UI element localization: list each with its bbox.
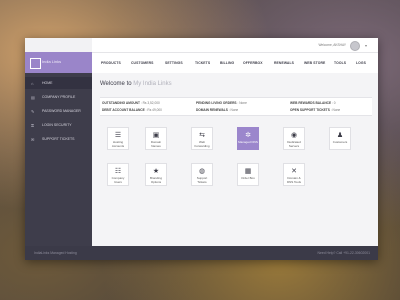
welcome-account-name: My India Links bbox=[133, 81, 172, 87]
avatar[interactable] bbox=[350, 41, 360, 51]
users-icon: ♟ bbox=[336, 132, 344, 139]
tile-label: Branding Options bbox=[149, 176, 162, 184]
renewals-value: : None bbox=[228, 108, 239, 112]
open-support-tickets: OPEN SUPPORT TICKETS : None bbox=[290, 108, 340, 112]
sidebar-item-label: LOGIN SECURITY bbox=[42, 123, 72, 127]
welcome-user-text: Welcome, AKSHAY bbox=[318, 43, 346, 47]
pending-value: : None bbox=[237, 101, 247, 105]
sidebar-item-password-manager[interactable]: ✎ PASSWORD MANAGER bbox=[25, 105, 92, 117]
globe-icon: ◉ bbox=[290, 132, 298, 139]
pending-label: PENDING LIVING ORDERS bbox=[196, 101, 237, 105]
tile-customers[interactable]: ♟ Customers bbox=[329, 127, 351, 150]
tile-label: Order Box bbox=[241, 176, 255, 180]
gear-icon: ✲ bbox=[245, 132, 251, 139]
sidebar-item-label: PASSWORD MANAGER bbox=[42, 109, 81, 113]
account-summary: OUTSTANDING AMOUNT : Rs 3,52,000 PENDING… bbox=[100, 97, 372, 116]
brand-logo[interactable]: India Links bbox=[25, 52, 92, 73]
nav-web-store[interactable]: WEB STORE bbox=[304, 61, 325, 65]
debit-value: : Rs 49,000 bbox=[145, 108, 162, 112]
domain-icon: ▣ bbox=[152, 132, 160, 139]
nav-settings[interactable]: SETTINGS bbox=[165, 61, 183, 65]
domain-renewals: DOMAIN RENEWALS : None bbox=[196, 108, 238, 112]
chevron-down-icon[interactable]: ▾ bbox=[365, 43, 367, 48]
server-icon: ☰ bbox=[114, 132, 122, 139]
tile-hosting-accounts[interactable]: ☰ Hosting Accounts bbox=[107, 127, 129, 150]
key-icon: ⚿ bbox=[31, 123, 35, 128]
footer-brand-text: IndiaLinks Managed Hosting bbox=[34, 251, 77, 255]
tile-order-box[interactable]: ▦ Order Box bbox=[237, 163, 259, 186]
tile-label: Support Tickets bbox=[196, 176, 208, 184]
welcome-prefix: Welcome to bbox=[100, 81, 132, 87]
home-icon: ⌂ bbox=[31, 81, 34, 86]
debit-label: DEBIT ACCOUNT BALANCE bbox=[102, 108, 145, 112]
renewals-label: DOMAIN RENEWALS bbox=[196, 108, 228, 112]
forward-icon: ⇆ bbox=[199, 132, 205, 139]
profile-icon: ▤ bbox=[31, 95, 35, 100]
footer-help-text: Need Help? Call +91-22-30602001 bbox=[317, 251, 371, 255]
tile-label: Domain & DNS Tools bbox=[286, 176, 302, 184]
rewards-label: WEB REWARDS BALANCE bbox=[290, 101, 332, 105]
tools-icon: ✕ bbox=[291, 168, 297, 175]
tile-domain-names[interactable]: ▣ Domain Names bbox=[145, 127, 167, 150]
pending-orders: PENDING LIVING ORDERS : None bbox=[196, 101, 247, 105]
sidebar-item-label: SUPPORT TICKETS bbox=[42, 137, 75, 141]
lifebuoy-icon: ◍ bbox=[198, 168, 206, 175]
sidebar-item-home[interactable]: ⌂ HOME bbox=[25, 77, 92, 89]
tile-domain-dns-tools[interactable]: ✕ Domain & DNS Tools bbox=[283, 163, 305, 186]
nav-offerbox[interactable]: OFFERBOX bbox=[243, 61, 263, 65]
brand-name: India Links bbox=[42, 59, 62, 64]
rewards-value: : 0 bbox=[331, 101, 336, 105]
sidebar-item-company-profile[interactable]: ▤ COMPANY PROFILE bbox=[25, 91, 92, 103]
outstanding-amount: OUTSTANDING AMOUNT : Rs 3,52,000 bbox=[102, 101, 160, 105]
main-nav: PRODUCTS CUSTOMERS SETTINGS TICKETS BILL… bbox=[92, 52, 378, 75]
tile-managed-dns[interactable]: ✲ Managed DNS bbox=[237, 127, 259, 150]
nav-renewals[interactable]: RENEWALS bbox=[274, 61, 294, 65]
star-icon: ★ bbox=[152, 168, 160, 175]
tile-label: Dedicated Servers bbox=[287, 140, 301, 148]
sidebar-item-label: HOME bbox=[42, 81, 53, 85]
tile-support-tickets[interactable]: ◍ Support Tickets bbox=[191, 163, 213, 186]
tile-dedicated-servers[interactable]: ◉ Dedicated Servers bbox=[283, 127, 305, 150]
support-value: : None bbox=[330, 108, 341, 112]
debit-balance: DEBIT ACCOUNT BALANCE : Rs 49,000 bbox=[102, 108, 162, 112]
envelope-icon: ✉ bbox=[31, 137, 35, 142]
tile-label: Hosting Accounts bbox=[111, 140, 125, 148]
tile-branding-options[interactable]: ★ Branding Options bbox=[145, 163, 167, 186]
web-rewards: WEB REWARDS BALANCE : 0 bbox=[290, 101, 336, 105]
page-title: Welcome to My India Links bbox=[100, 81, 172, 87]
sidebar-item-support-tickets[interactable]: ✉ SUPPORT TICKETS bbox=[25, 133, 92, 145]
sidebar: ⌂ HOME ▤ COMPANY PROFILE ✎ PASSWORD MANA… bbox=[25, 73, 92, 246]
tile-label: Managed DNS bbox=[238, 140, 258, 144]
nav-customers[interactable]: CUSTOMERS bbox=[131, 61, 154, 65]
tile-web-forwarding[interactable]: ⇆ Web Forwarding bbox=[191, 127, 213, 150]
tile-label: Company Users bbox=[111, 176, 125, 184]
list-icon: ☷ bbox=[114, 168, 122, 175]
box-icon: ▦ bbox=[244, 168, 252, 175]
nav-tools[interactable]: TOOLS bbox=[334, 61, 346, 65]
outstanding-label: OUTSTANDING AMOUNT bbox=[102, 101, 140, 105]
tile-label: Domain Names bbox=[150, 140, 162, 148]
tile-company-users[interactable]: ☷ Company Users bbox=[107, 163, 129, 186]
logo-icon bbox=[30, 58, 41, 69]
nav-tickets[interactable]: TICKETS bbox=[195, 61, 210, 65]
footer: IndiaLinks Managed Hosting Need Help? Ca… bbox=[25, 246, 378, 260]
support-label: OPEN SUPPORT TICKETS bbox=[290, 108, 330, 112]
nav-logs[interactable]: LOGS bbox=[356, 61, 366, 65]
nav-products[interactable]: PRODUCTS bbox=[101, 61, 121, 65]
app-window: Welcome, AKSHAY ▾ India Links PRODUCTS C… bbox=[25, 38, 378, 260]
top-bar: Welcome, AKSHAY ▾ bbox=[92, 38, 378, 52]
tile-label: Web Forwarding bbox=[194, 140, 210, 148]
sidebar-item-login-security[interactable]: ⚿ LOGIN SECURITY bbox=[25, 119, 92, 131]
main-content: Welcome to My India Links OUTSTANDING AM… bbox=[92, 73, 378, 246]
sidebar-item-label: COMPANY PROFILE bbox=[42, 95, 76, 99]
outstanding-value: : Rs 3,52,000 bbox=[140, 101, 160, 105]
tile-label: Customers bbox=[332, 140, 348, 144]
pencil-icon: ✎ bbox=[31, 109, 35, 114]
nav-billing[interactable]: BILLING bbox=[220, 61, 234, 65]
